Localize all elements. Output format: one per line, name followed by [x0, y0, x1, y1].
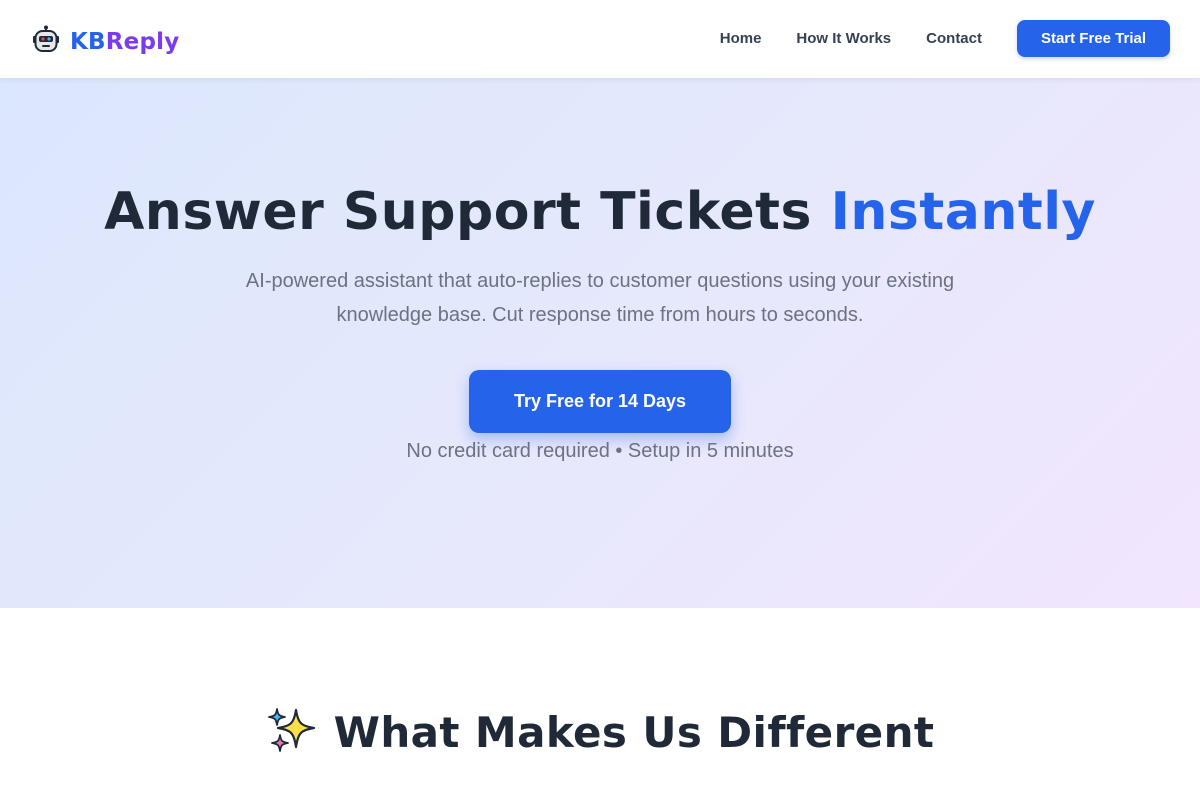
hero-section: Answer Support Tickets Instantly AI-powe…	[0, 78, 1200, 608]
brand-name: KBReply	[70, 28, 179, 56]
hero-title: Answer Support Tickets Instantly	[0, 181, 1200, 243]
nav-link-contact[interactable]: Contact	[926, 20, 982, 57]
brand-logo[interactable]: KBReply	[32, 25, 179, 58]
nav-link-home[interactable]: Home	[720, 20, 762, 57]
hero-subtitle-line-2: knowledge base. Cut response time from h…	[336, 304, 864, 326]
hero-subtitle-line-1: AI-powered assistant that auto-replies t…	[245, 270, 955, 292]
features-title: What Makes Us Different	[333, 708, 935, 757]
hero-subtitle: AI-powered assistant that auto-replies t…	[230, 264, 970, 332]
hero-note: No credit card required • Setup in 5 min…	[406, 440, 794, 462]
features-heading: What Makes Us Different	[0, 706, 1200, 760]
top-navbar: KBReply Home How It Works Contact Start …	[0, 0, 1200, 78]
hero-title-accent: Instantly	[830, 182, 1096, 242]
robot-icon	[32, 25, 60, 58]
start-free-trial-button[interactable]: Start Free Trial	[1017, 20, 1170, 57]
nav-link-how-it-works[interactable]: How It Works	[796, 20, 891, 57]
hero-title-main: Answer Support Tickets	[104, 182, 831, 242]
sparkles-icon	[266, 707, 316, 760]
brand-name-prefix: KB	[70, 28, 106, 55]
nav-links: Home How It Works Contact Start Free Tri…	[720, 20, 1170, 57]
try-free-button[interactable]: Try Free for 14 Days	[469, 370, 731, 433]
brand-name-suffix: Reply	[105, 28, 180, 55]
